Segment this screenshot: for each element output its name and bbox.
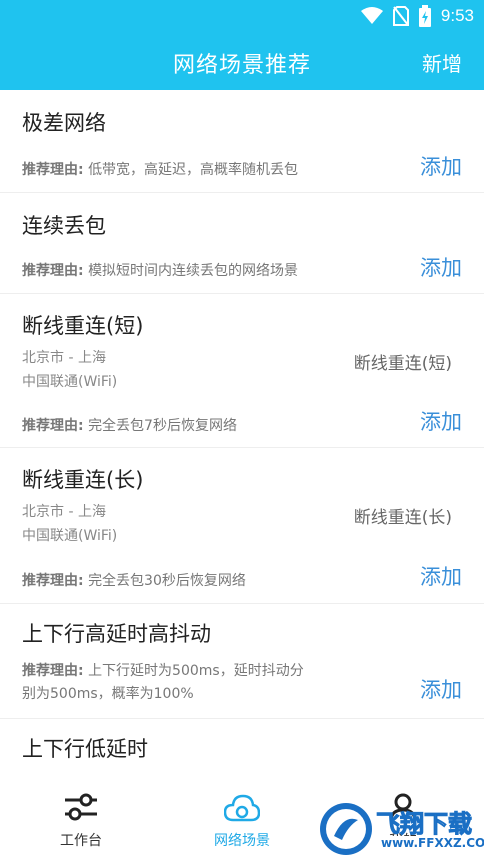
- nav-item-workbench[interactable]: 工作台: [26, 774, 136, 860]
- watermark-text: 飞翔下载: [376, 810, 473, 839]
- watermark-logo: 飞翔下载 www.FFXXZ.COM: [318, 800, 484, 858]
- item-reason: 推荐理由: 模拟短时间内连续丢包的网络场景: [22, 259, 298, 284]
- item-title: 上下行低延时: [22, 737, 148, 761]
- battery-charging-icon: [418, 5, 431, 27]
- item-reason: 推荐理由: 完全丢包30秒后恢复网络: [22, 569, 246, 594]
- item-reason: 推荐理由: 完全丢包7秒后恢复网络: [22, 414, 237, 439]
- item-reason: 推荐理由: 上下行延时为500ms，延时抖动分: [22, 659, 304, 684]
- item-reason-continued: 别为500ms，概率为100%: [22, 686, 194, 702]
- status-icons: 9:53: [360, 5, 474, 27]
- no-sim-icon: [392, 6, 409, 26]
- add-button[interactable]: 添加: [420, 252, 462, 282]
- page-title: 网络场景推荐: [172, 53, 311, 78]
- item-title: 上下行高延时高抖动: [22, 622, 211, 646]
- reason-label: 推荐理由:: [22, 162, 84, 178]
- item-reason: 推荐理由: 低带宽，高延迟，高概率随机丢包: [22, 158, 298, 183]
- reason-label: 推荐理由:: [22, 263, 84, 279]
- item-carrier: 中国联通(WiFi): [22, 374, 118, 390]
- add-button[interactable]: 添加: [420, 561, 462, 591]
- sliders-icon: [65, 793, 97, 821]
- scene-list: 极差网络 推荐理由: 低带宽，高延迟，高概率随机丢包 添加 连续丢包 推荐理由:…: [0, 90, 484, 774]
- list-item: 上下行低延时 添加: [0, 719, 484, 774]
- wifi-icon: [360, 7, 383, 24]
- status-time: 9:53: [440, 6, 474, 25]
- nav-item-network-scene[interactable]: 网络场景: [187, 774, 297, 860]
- list-item: 极差网络 推荐理由: 低带宽，高延迟，高概率随机丢包 添加: [0, 90, 484, 193]
- add-button[interactable]: 添加: [420, 151, 462, 181]
- item-title: 连续丢包: [22, 214, 106, 238]
- item-scene: 断线重连(短): [353, 354, 452, 374]
- nav-label: 网络场景: [214, 833, 270, 849]
- item-title: 断线重连(短): [22, 314, 144, 338]
- add-button[interactable]: 添加: [420, 674, 462, 704]
- reason-label: 推荐理由:: [22, 418, 84, 434]
- item-location: 北京市 - 上海: [22, 504, 106, 520]
- list-item: 断线重连(短) 北京市 - 上海 中国联通(WiFi) 断线重连(短) 推荐理由…: [0, 294, 484, 448]
- list-item: 断线重连(长) 北京市 - 上海 中国联通(WiFi) 断线重连(长) 推荐理由…: [0, 448, 484, 604]
- list-item: 上下行高延时高抖动 推荐理由: 上下行延时为500ms，延时抖动分 别为500m…: [0, 604, 484, 719]
- add-new-button[interactable]: 新增: [422, 48, 462, 77]
- item-title: 断线重连(长): [22, 468, 144, 492]
- list-item: 连续丢包 推荐理由: 模拟短时间内连续丢包的网络场景 添加: [0, 193, 484, 294]
- reason-text: 模拟短时间内连续丢包的网络场景: [88, 263, 299, 279]
- reason-label: 推荐理由:: [22, 573, 84, 589]
- nav-label: 工作台: [60, 833, 102, 849]
- item-title: 极差网络: [22, 111, 106, 135]
- status-bar: 9:53: [0, 0, 484, 34]
- watermark-url: www.FFXXZ.COM: [378, 836, 484, 850]
- app-bar: 网络场景推荐 新增: [0, 34, 484, 90]
- reason-text: 完全丢包7秒后恢复网络: [88, 418, 237, 434]
- reason-text: 低带宽，高延迟，高概率随机丢包: [88, 162, 299, 178]
- reason-text: 上下行延时为500ms，延时抖动分: [88, 663, 304, 679]
- reason-label: 推荐理由:: [22, 663, 84, 679]
- add-button[interactable]: 添加: [420, 406, 462, 436]
- item-scene: 断线重连(长): [353, 508, 452, 528]
- cloud-icon: [224, 794, 260, 822]
- item-carrier: 中国联通(WiFi): [22, 528, 118, 544]
- item-location: 北京市 - 上海: [22, 350, 106, 366]
- reason-text: 完全丢包30秒后恢复网络: [88, 573, 246, 589]
